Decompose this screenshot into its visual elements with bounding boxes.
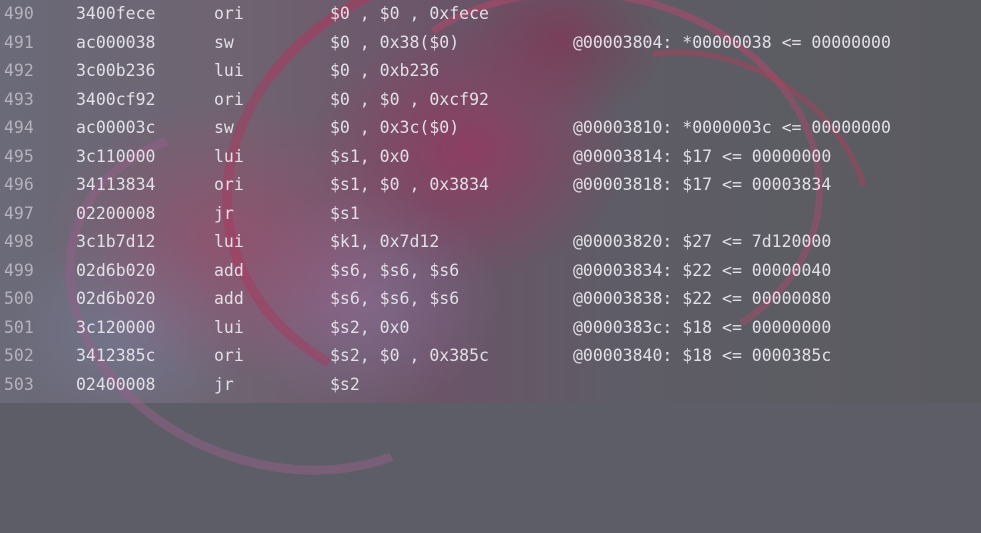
- code-editor[interactable]: 490 3400fece ori $0 , $0 , 0xfece 491 ac…: [0, 0, 981, 399]
- code-line[interactable]: 498 3c1b7d12 lui $k1, 0x7d12 @00003820: …: [0, 228, 981, 257]
- opcode: ori: [214, 175, 244, 194]
- opcode: lui: [214, 61, 244, 80]
- operands: $0 , 0x38($0): [330, 32, 460, 52]
- operands: $s6, $s6, $s6: [330, 260, 460, 280]
- line-number: 501: [4, 317, 34, 337]
- opcode: add: [214, 289, 244, 308]
- operands: $s6, $s6, $s6: [330, 289, 460, 308]
- operands: $s1, $0 , 0x3834: [330, 175, 489, 194]
- opcode: jr: [214, 374, 234, 394]
- trace-output: @0000383c: $18 <= 00000000: [573, 317, 832, 337]
- code-line[interactable]: 497 02200008 jr $s1: [0, 200, 981, 229]
- machine-code: ac00003c: [76, 118, 156, 137]
- opcode: lui: [214, 317, 244, 337]
- line-number: 495: [4, 146, 34, 166]
- operands: $0 , 0x3c($0): [330, 118, 460, 137]
- trace-output: @00003834: $22 <= 00000040: [573, 260, 832, 280]
- code-line[interactable]: 501 3c120000 lui $s2, 0x0 @0000383c: $18…: [0, 314, 981, 343]
- code-line[interactable]: 490 3400fece ori $0 , $0 , 0xfece: [0, 0, 981, 29]
- operands: $s1: [330, 203, 360, 223]
- machine-code: ac000038: [76, 32, 156, 52]
- machine-code: 3400fece: [76, 4, 156, 23]
- code-line[interactable]: 494 ac00003c sw $0 , 0x3c($0) @00003810:…: [0, 114, 981, 143]
- operands: $k1, 0x7d12: [330, 232, 440, 251]
- trace-output: @00003804: *00000038 <= 00000000: [573, 32, 891, 52]
- trace-output: @00003818: $17 <= 00003834: [573, 175, 832, 194]
- line-number: 498: [4, 232, 34, 251]
- operands: $s1, 0x0: [330, 146, 410, 166]
- operands: $0 , 0xb236: [330, 61, 440, 80]
- opcode: sw: [214, 32, 234, 52]
- operands: $s2, 0x0: [330, 317, 410, 337]
- line-number: 502: [4, 346, 34, 365]
- opcode: ori: [214, 346, 244, 365]
- code-line[interactable]: 502 3412385c ori $s2, $0 , 0x385c @00003…: [0, 342, 981, 371]
- machine-code: 3c110000: [76, 146, 156, 166]
- code-line[interactable]: 496 34113834 ori $s1, $0 , 0x3834 @00003…: [0, 171, 981, 200]
- machine-code: 02400008: [76, 374, 156, 394]
- trace-output: @00003810: *0000003c <= 00000000: [573, 118, 891, 137]
- code-line[interactable]: 493 3400cf92 ori $0 , $0 , 0xcf92: [0, 86, 981, 115]
- line-number: 491: [4, 32, 34, 52]
- trace-output: @00003820: $27 <= 7d120000: [573, 232, 832, 251]
- machine-code: 02d6b020: [76, 260, 156, 280]
- line-number: 490: [4, 4, 34, 23]
- opcode: lui: [214, 232, 244, 251]
- machine-code: 3c00b236: [76, 61, 156, 80]
- operands: $s2, $0 , 0x385c: [330, 346, 489, 365]
- opcode: lui: [214, 146, 244, 166]
- opcode: ori: [214, 89, 244, 109]
- machine-code: 3400cf92: [76, 89, 156, 109]
- machine-code: 34113834: [76, 175, 156, 194]
- code-line[interactable]: 500 02d6b020 add $s6, $s6, $s6 @00003838…: [0, 285, 981, 314]
- code-line[interactable]: 503 02400008 jr $s2: [0, 371, 981, 400]
- line-number: 497: [4, 203, 34, 223]
- machine-code: 02200008: [76, 203, 156, 223]
- line-number: 503: [4, 374, 34, 394]
- trace-output: @00003814: $17 <= 00000000: [573, 146, 832, 166]
- opcode: add: [214, 260, 244, 280]
- trace-output: @00003838: $22 <= 00000080: [573, 289, 832, 308]
- opcode: sw: [214, 118, 234, 137]
- line-number: 499: [4, 260, 34, 280]
- machine-code: 3c1b7d12: [76, 232, 156, 251]
- line-number: 496: [4, 175, 34, 194]
- machine-code: 3c120000: [76, 317, 156, 337]
- line-number: 500: [4, 289, 34, 308]
- opcode: jr: [214, 203, 234, 223]
- operands: $0 , $0 , 0xfece: [330, 4, 489, 23]
- code-line[interactable]: 495 3c110000 lui $s1, 0x0 @00003814: $17…: [0, 143, 981, 172]
- opcode: ori: [214, 4, 244, 23]
- operands: $s2: [330, 374, 360, 394]
- code-line[interactable]: 492 3c00b236 lui $0 , 0xb236: [0, 57, 981, 86]
- trace-output: @00003840: $18 <= 0000385c: [573, 346, 832, 365]
- code-line[interactable]: 491 ac000038 sw $0 , 0x38($0) @00003804:…: [0, 29, 981, 58]
- machine-code: 3412385c: [76, 346, 156, 365]
- machine-code: 02d6b020: [76, 289, 156, 308]
- operands: $0 , $0 , 0xcf92: [330, 89, 489, 109]
- line-number: 494: [4, 118, 34, 137]
- line-number: 493: [4, 89, 34, 109]
- code-line[interactable]: 499 02d6b020 add $s6, $s6, $s6 @00003834…: [0, 257, 981, 286]
- line-number: 492: [4, 61, 34, 80]
